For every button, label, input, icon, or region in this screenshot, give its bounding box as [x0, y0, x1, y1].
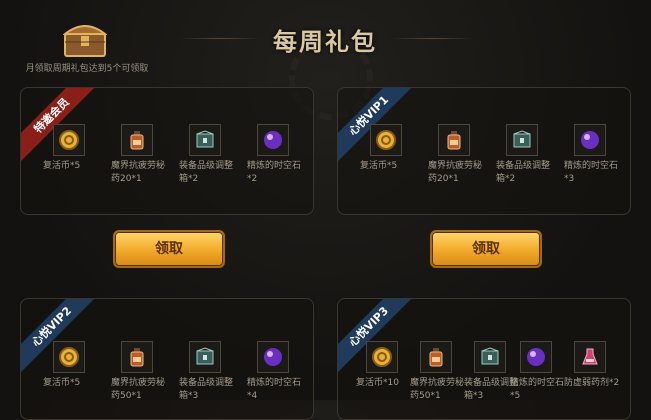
reward-item[interactable]: 防虚弱药剂*2	[564, 341, 619, 390]
treasure-chest-icon[interactable]	[62, 20, 108, 58]
item-slot[interactable]	[189, 124, 221, 156]
potion-icon	[429, 348, 443, 367]
item-label: 精炼的时空石*4	[247, 378, 302, 401]
potion-icon	[447, 131, 461, 150]
header: 月领取周期礼包达到5个可领取 每周礼包	[0, 0, 651, 120]
reward-item[interactable]: 魔界抗疲劳秘药20*1	[428, 124, 482, 186]
item-label: 装备品级调整箱*2	[179, 161, 234, 184]
coin-icon	[59, 347, 79, 367]
chest-caption: 月领取周期礼包达到5个可领取	[25, 64, 149, 74]
claim-button[interactable]: 领取	[430, 230, 542, 268]
potion-icon	[130, 131, 144, 150]
reward-item[interactable]: 复活币*5	[43, 124, 93, 173]
item-label: 精炼的时空石*5	[510, 378, 565, 401]
item-slot[interactable]	[121, 124, 153, 156]
item-slot[interactable]	[474, 341, 506, 373]
equipment-box-icon	[196, 130, 214, 148]
item-slot[interactable]	[370, 124, 402, 156]
orb-icon	[264, 348, 282, 366]
reward-item[interactable]: 装备品级调整箱*3	[179, 341, 233, 403]
item-label: 复活币*5	[43, 161, 81, 171]
reward-item[interactable]: 装备品级调整箱*3	[464, 341, 518, 403]
reward-item[interactable]: 魔界抗疲劳秘药50*1	[410, 341, 464, 403]
title-divider-left	[180, 38, 260, 39]
item-slot[interactable]	[189, 341, 221, 373]
item-slot[interactable]	[257, 124, 289, 156]
coin-icon	[372, 347, 392, 367]
orb-icon	[527, 348, 545, 366]
item-slot[interactable]	[506, 124, 538, 156]
item-slot[interactable]	[574, 341, 606, 373]
anti-fatigue-potion-icon	[582, 348, 598, 365]
item-slot[interactable]	[520, 341, 552, 373]
item-slot[interactable]	[121, 341, 153, 373]
item-slot[interactable]	[53, 341, 85, 373]
gift-panel-vip1: 心悦VIP1 复活币*5 魔界抗疲劳秘药20*1 装备品级调整箱*2 精炼的时空…	[337, 87, 631, 215]
reward-item[interactable]: 魔界抗疲劳秘药50*1	[111, 341, 165, 403]
item-label: 精炼的时空石*3	[564, 161, 619, 184]
item-slot[interactable]	[420, 341, 452, 373]
item-label: 魔界抗疲劳秘药50*1	[410, 378, 465, 401]
item-slot[interactable]	[574, 124, 606, 156]
equipment-box-icon	[513, 130, 531, 148]
reward-item[interactable]: 精炼的时空石*2	[247, 124, 301, 186]
item-label: 精炼的时空石*2	[247, 161, 302, 184]
reward-item[interactable]: 复活币*10	[356, 341, 406, 390]
reward-item[interactable]: 复活币*5	[43, 341, 93, 390]
orb-icon	[581, 131, 599, 149]
reward-item[interactable]: 复活币*5	[360, 124, 410, 173]
coin-icon	[376, 130, 396, 150]
potion-icon	[130, 348, 144, 367]
equipment-box-icon	[196, 347, 214, 365]
reward-item[interactable]: 精炼的时空石*5	[510, 341, 564, 403]
item-slot[interactable]	[366, 341, 398, 373]
item-label: 复活币*5	[360, 161, 398, 171]
item-slot[interactable]	[438, 124, 470, 156]
item-label: 魔界抗疲劳秘药50*1	[111, 378, 166, 401]
page-title: 每周礼包	[273, 28, 377, 56]
reward-item[interactable]: 装备品级调整箱*2	[496, 124, 550, 186]
claim-button[interactable]: 领取	[113, 230, 225, 268]
title-divider-right	[392, 38, 472, 39]
item-label: 魔界抗疲劳秘药20*1	[111, 161, 166, 184]
item-slot[interactable]	[53, 124, 85, 156]
reward-item[interactable]: 魔界抗疲劳秘药20*1	[111, 124, 165, 186]
gift-panel-vip2: 心悦VIP2 复活币*5 魔界抗疲劳秘药50*1 装备品级调整箱*3 精炼的时空…	[20, 298, 314, 420]
orb-icon	[264, 131, 282, 149]
item-slot[interactable]	[257, 341, 289, 373]
reward-item[interactable]: 精炼的时空石*3	[564, 124, 618, 186]
item-label: 装备品级调整箱*3	[179, 378, 234, 401]
reward-item[interactable]: 精炼的时空石*4	[247, 341, 301, 403]
equipment-box-icon	[481, 347, 499, 365]
gift-panel-invited-member: 特邀会员 复活币*5 魔界抗疲劳秘药20*1 装备品级调整箱*2 精炼的时空石*…	[20, 87, 314, 215]
reward-item[interactable]: 装备品级调整箱*2	[179, 124, 233, 186]
coin-icon	[59, 130, 79, 150]
item-label: 魔界抗疲劳秘药20*1	[428, 161, 483, 184]
gift-panel-vip3: 心悦VIP3 复活币*10 魔界抗疲劳秘药50*1 装备品级调整箱*3 精炼的时…	[337, 298, 631, 420]
item-label: 防虚弱药剂*2	[564, 378, 620, 388]
item-label: 复活币*5	[43, 378, 81, 388]
item-label: 复活币*10	[356, 378, 399, 388]
item-label: 装备品级调整箱*2	[496, 161, 551, 184]
